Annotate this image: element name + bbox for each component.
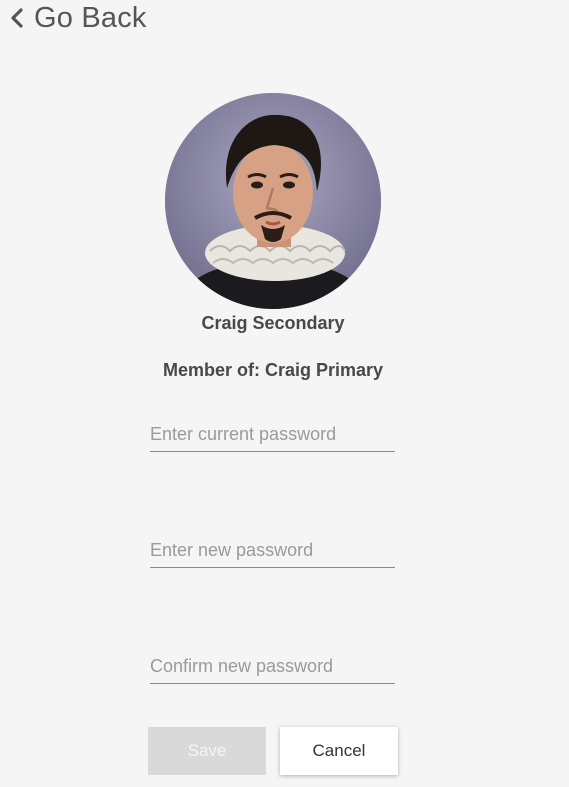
profile-avatar <box>165 93 381 309</box>
new-password-input[interactable] <box>150 533 395 568</box>
account-name: Craig Secondary <box>201 313 345 333</box>
go-back-link[interactable]: Go Back <box>6 0 147 36</box>
go-back-label: Go Back <box>34 1 147 34</box>
cancel-button[interactable]: Cancel <box>280 727 398 775</box>
membership-label: Member of: Craig Primary <box>162 360 384 380</box>
save-button[interactable]: Save <box>148 727 266 775</box>
current-password-input[interactable] <box>150 417 395 452</box>
confirm-password-input[interactable] <box>150 649 395 684</box>
chevron-left-icon <box>6 4 28 32</box>
change-password-page: Go Back Craig Secondary Member of: Craig… <box>0 0 569 787</box>
